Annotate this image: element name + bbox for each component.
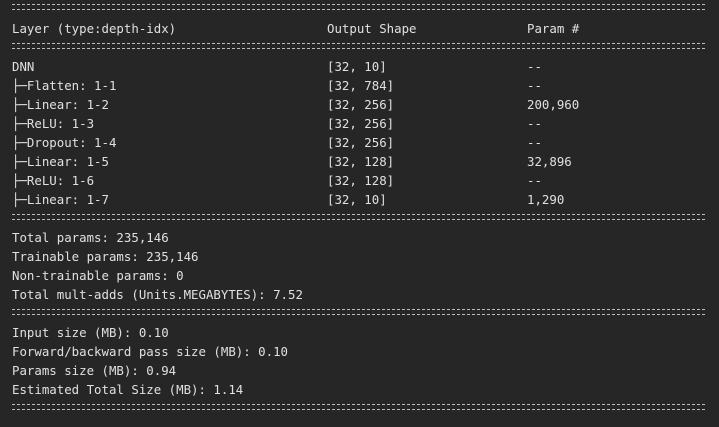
row-layer: ├─ReLU: 1-3	[12, 116, 95, 131]
params-size: Params size (MB): 0.94	[12, 363, 177, 378]
estimated-total-size: Estimated Total Size (MB): 1.14	[12, 382, 244, 397]
row-params: --	[527, 78, 542, 93]
forward-backward-size: Forward/backward pass size (MB): 0.10	[12, 344, 289, 359]
row-shape: [32, 256]	[327, 135, 395, 150]
separator-params-end	[12, 309, 705, 315]
row-shape: [32, 10]	[327, 192, 387, 207]
row-params: --	[527, 173, 542, 188]
row-layer: ├─Linear: 1-7	[12, 192, 109, 207]
header-param-count: Param #	[527, 21, 580, 36]
input-size: Input size (MB): 0.10	[12, 325, 169, 340]
row-layer: ├─Linear: 1-5	[12, 154, 109, 169]
row-shape: [32, 10]	[327, 59, 387, 74]
row-shape: [32, 256]	[327, 116, 395, 131]
non-trainable-params: Non-trainable params: 0	[12, 268, 184, 283]
row-params: --	[527, 135, 542, 150]
model-summary-console: Layer (type:depth-idx) Output Shape Para…	[0, 0, 719, 427]
row-shape: [32, 128]	[327, 154, 395, 169]
row-layer: ├─Dropout: 1-4	[12, 135, 117, 150]
trainable-params: Trainable params: 235,146	[12, 249, 199, 264]
separator-layers-end	[12, 214, 705, 220]
separator-top	[12, 4, 705, 10]
row-layer: ├─Linear: 1-2	[12, 97, 109, 112]
row-layer: ├─Flatten: 1-1	[12, 78, 117, 93]
total-mult-adds: Total mult-adds (Units.MEGABYTES): 7.52	[12, 287, 303, 302]
row-shape: [32, 128]	[327, 173, 395, 188]
row-params: 200,960	[527, 97, 580, 112]
separator-bottom	[12, 404, 705, 410]
total-params: Total params: 235,146	[12, 230, 169, 245]
row-params: 1,290	[527, 192, 565, 207]
separator-header	[12, 43, 705, 49]
row-layer: ├─ReLU: 1-6	[12, 173, 95, 188]
row-layer: DNN	[12, 59, 35, 74]
row-shape: [32, 256]	[327, 97, 395, 112]
header-output-shape: Output Shape	[327, 21, 417, 36]
row-params: 32,896	[527, 154, 572, 169]
row-params: --	[527, 116, 542, 131]
row-shape: [32, 784]	[327, 78, 395, 93]
header-layer: Layer (type:depth-idx)	[12, 21, 177, 36]
row-params: --	[527, 59, 542, 74]
